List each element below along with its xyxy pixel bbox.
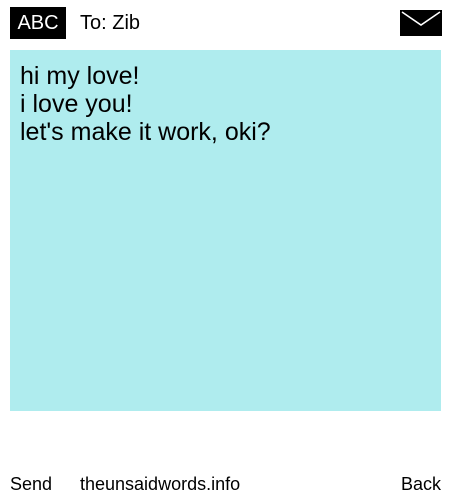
envelope-icon[interactable] bbox=[400, 10, 442, 36]
message-line: let's make it work, oki? bbox=[20, 118, 271, 146]
send-button[interactable]: Send bbox=[10, 472, 52, 496]
input-mode-badge[interactable]: ABC bbox=[10, 7, 66, 39]
message-line: hi my love! bbox=[20, 62, 140, 90]
recipient-field[interactable]: To: Zib bbox=[80, 9, 140, 37]
message-body[interactable]: hi my love! i love you! let's make it wo… bbox=[10, 50, 441, 411]
back-button[interactable]: Back bbox=[401, 472, 441, 496]
site-link[interactable]: theunsaidwords.info bbox=[80, 472, 240, 496]
message-line: i love you! bbox=[20, 90, 133, 118]
compose-screen: ABC To: Zib hi my love! i love you! let'… bbox=[0, 0, 450, 500]
